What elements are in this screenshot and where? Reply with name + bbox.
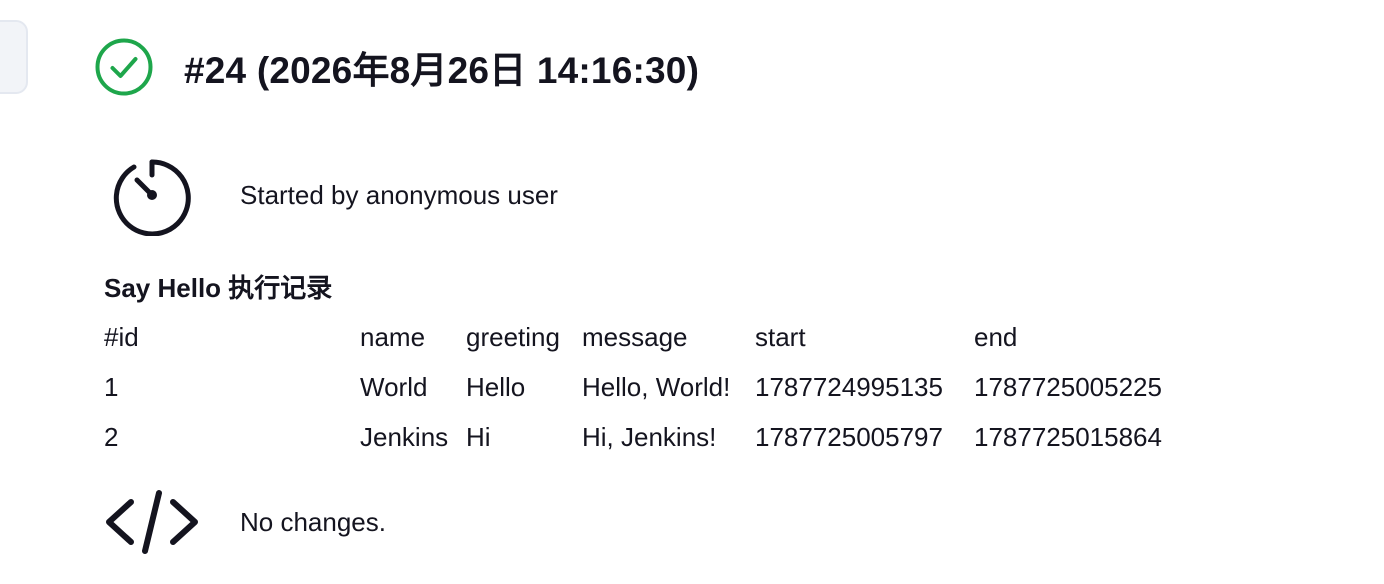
cell-start: 1787724995135 (755, 371, 943, 402)
timer-icon (113, 159, 191, 236)
page-title: #24 (2026年8月26日 14:16:30) (184, 50, 700, 91)
code-icon (106, 490, 198, 554)
cell-greeting: Hi (466, 421, 491, 452)
cell-message: Hello, World! (582, 371, 731, 402)
check-circle-icon (95, 38, 153, 96)
table-row: 1 World Hello Hello, World! 178772499513… (104, 362, 1204, 412)
column-header-greeting: greeting (466, 321, 560, 352)
cell-end: 1787725015864 (974, 421, 1162, 452)
cell-greeting: Hello (466, 371, 526, 402)
cell-name: World (360, 371, 428, 402)
column-header-name: name (360, 321, 426, 352)
table-header-row: #id name greeting message start end (104, 312, 1204, 362)
cell-id: 1 (104, 371, 119, 402)
cell-start: 1787725005797 (755, 421, 943, 452)
started-by-text: Started by anonymous user (240, 179, 558, 210)
changes-row: No changes. (104, 482, 386, 562)
build-page: #24 (2026年8月26日 14:16:30) Started by ano… (0, 0, 1384, 584)
records-title: Say Hello 执行记录 (104, 273, 333, 303)
records-table: #id name greeting message start end 1 Wo… (104, 312, 1204, 462)
cell-name: Jenkins (360, 421, 449, 452)
cell-end: 1787725005225 (974, 371, 1162, 402)
column-header-start: start (755, 321, 806, 352)
side-panel-edge[interactable] (0, 20, 28, 94)
cell-id: 2 (104, 421, 119, 452)
column-header-id: #id (104, 321, 139, 352)
table-row: 2 Jenkins Hi Hi, Jenkins! 1787725005797 … (104, 412, 1204, 462)
build-header: #24 (2026年8月26日 14:16:30) (94, 36, 699, 98)
started-by-row: Started by anonymous user (104, 150, 558, 240)
column-header-message: message (582, 321, 688, 352)
changes-text: No changes. (240, 506, 386, 537)
cell-message: Hi, Jenkins! (582, 421, 717, 452)
column-header-end: end (974, 321, 1018, 352)
